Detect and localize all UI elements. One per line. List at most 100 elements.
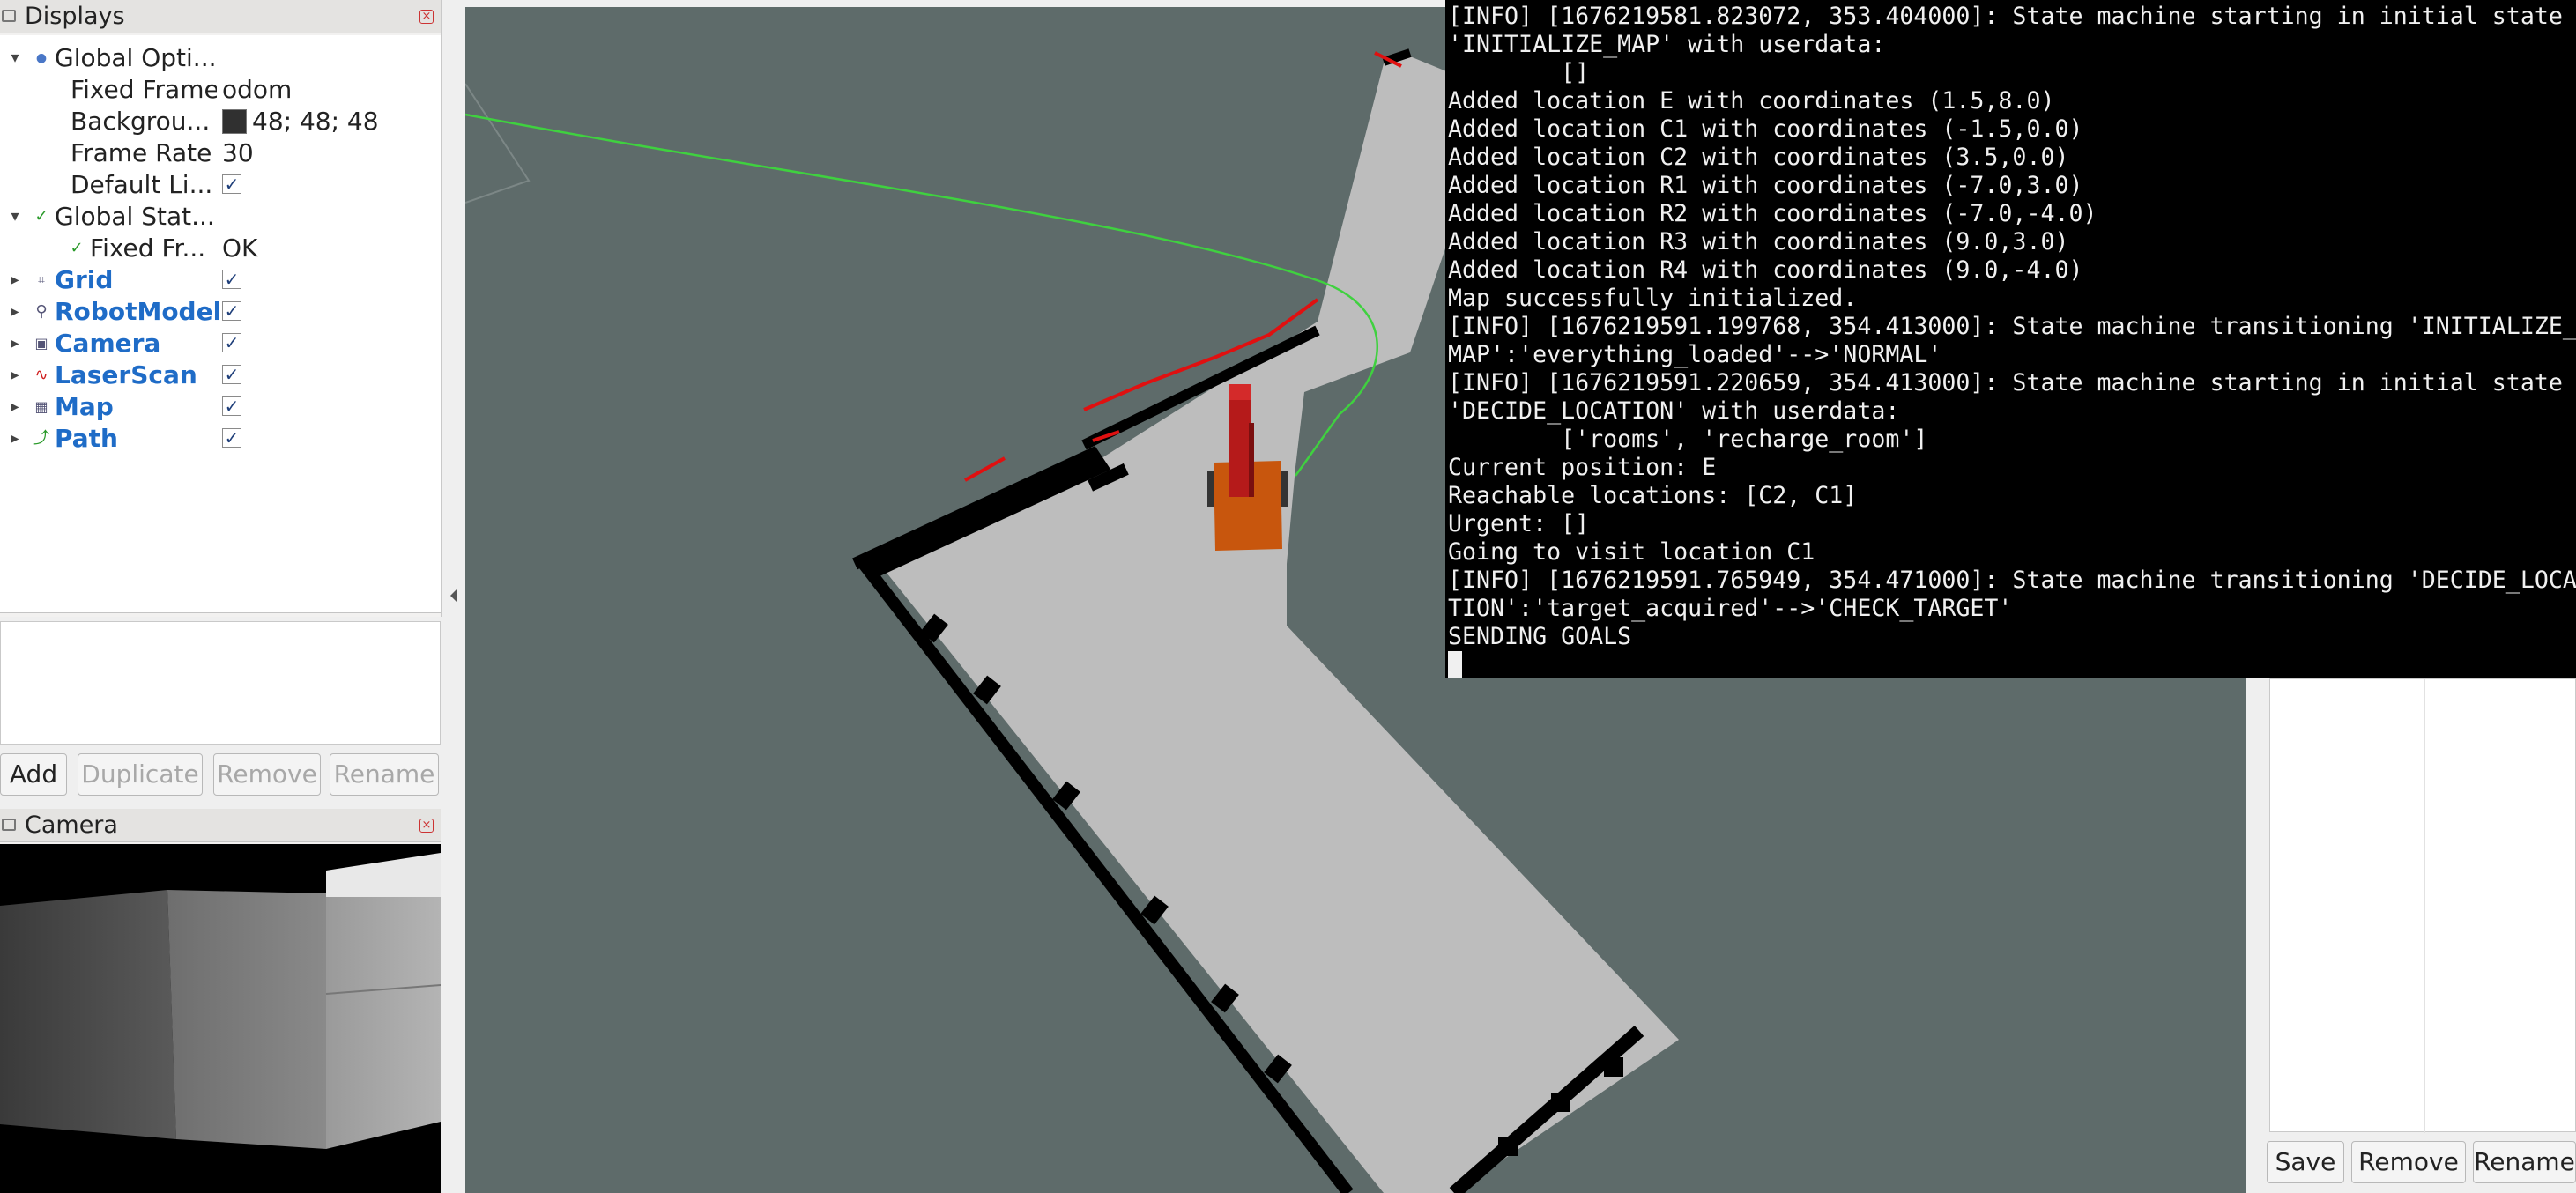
terminal-line: Added location R2 with coordinates (-7.0… xyxy=(1448,200,2097,227)
chevron-right-icon[interactable]: ▸ xyxy=(7,423,23,455)
tree-row-camera[interactable]: ▸ ▣ Camera ✓ xyxy=(0,328,441,359)
tree-label: Camera xyxy=(55,329,161,358)
terminal-line: Added location C2 with coordinates (3.5,… xyxy=(1448,144,2069,171)
terminal-line: TION':'target_acquired'-->'CHECK_TARGET' xyxy=(1448,595,2013,622)
laserscan-checkbox[interactable]: ✓ xyxy=(222,365,241,384)
panel-splitter[interactable] xyxy=(445,0,463,1193)
tree-row-fixed-frame-status[interactable]: ✓ Fixed Fr... OK xyxy=(0,233,441,264)
tree-label: Global Stat... xyxy=(55,202,215,231)
tree-label: Frame Rate xyxy=(71,138,212,167)
terminal-line: Added location R1 with coordinates (-7.0… xyxy=(1448,172,2083,199)
robot-model-icon: ⚲ xyxy=(35,302,48,321)
rename-button[interactable]: Rename xyxy=(330,753,439,796)
terminal-line: Reachable locations: [C2, C1] xyxy=(1448,482,1858,509)
chevron-down-icon[interactable]: ▾ xyxy=(7,201,23,233)
displays-panel: Displays × ▾ ● Global Opti... Fixed Fram… xyxy=(0,0,442,796)
rename-button[interactable]: Rename xyxy=(2473,1141,2576,1183)
grid-icon: ⌗ xyxy=(38,273,45,287)
camera-image xyxy=(0,844,441,1193)
tree-row-robotmodel[interactable]: ▸ ⚲ RobotModel ✓ xyxy=(0,296,441,328)
chevron-right-icon[interactable]: ▸ xyxy=(7,359,23,391)
collapse-arrow-icon[interactable] xyxy=(450,589,457,603)
displays-title-bar[interactable]: Displays × xyxy=(0,0,441,33)
chevron-down-icon[interactable]: ▾ xyxy=(7,42,23,74)
path-checkbox[interactable]: ✓ xyxy=(222,428,241,448)
tree-row-global-status[interactable]: ▾ ✓ Global Stat... xyxy=(0,201,441,233)
remove-button[interactable]: Remove xyxy=(2351,1141,2466,1183)
camera-panel: Camera × xyxy=(0,809,441,1193)
tree-row-path[interactable]: ▸ ⤴ Path ✓ xyxy=(0,423,441,455)
chevron-right-icon[interactable]: ▸ xyxy=(7,296,23,328)
grid-checkbox[interactable]: ✓ xyxy=(222,270,241,289)
terminal-line: [] xyxy=(1448,59,1590,86)
displays-tree: ▾ ● Global Opti... Fixed Frame odom Back… xyxy=(0,35,441,613)
default-light-checkbox[interactable]: ✓ xyxy=(222,174,241,194)
add-button[interactable]: Add xyxy=(0,753,67,796)
terminal-line: Added location C1 with coordinates (-1.5… xyxy=(1448,115,2083,143)
terminal-line: 'DECIDE_LOCATION' with userdata: xyxy=(1448,397,1900,425)
terminal-line: 'INITIALIZE_MAP' with userdata: xyxy=(1448,31,1886,58)
tree-label: Global Opti... xyxy=(55,43,217,72)
tree-label: Default Li... xyxy=(71,170,213,199)
fixed-frame-value[interactable]: odom xyxy=(222,74,292,106)
tree-row-map[interactable]: ▸ ▦ Map ✓ xyxy=(0,391,441,423)
settings-dot-icon: ● xyxy=(35,51,48,65)
remove-button[interactable]: Remove xyxy=(213,753,321,796)
terminal-line: Added location R4 with coordinates (9.0,… xyxy=(1448,256,2083,284)
tree-label: Grid xyxy=(55,265,114,294)
close-icon[interactable]: × xyxy=(419,819,434,833)
chevron-right-icon[interactable]: ▸ xyxy=(7,264,23,296)
laser-scan-icon: ∿ xyxy=(34,366,48,384)
displays-title: Displays xyxy=(25,3,125,30)
tree-row-laserscan[interactable]: ▸ ∿ LaserScan ✓ xyxy=(0,359,441,391)
terminal-line: ['rooms', 'recharge_room'] xyxy=(1448,426,1928,453)
terminal-line: MAP':'everything_loaded'-->'NORMAL' xyxy=(1448,341,1942,368)
tree-row-background[interactable]: Backgrou... 48; 48; 48 xyxy=(0,106,441,137)
robotmodel-checkbox[interactable]: ✓ xyxy=(222,301,241,321)
tree-label: Fixed Frame xyxy=(71,75,217,104)
monitor-icon xyxy=(2,10,16,22)
tree-label: Fixed Fr... xyxy=(90,233,206,263)
terminal-window[interactable]: [INFO] [1676219581.823072, 353.404000]: … xyxy=(1445,0,2576,678)
terminal-cursor xyxy=(1448,651,1462,678)
terminal-line: Urgent: [] xyxy=(1448,510,1590,537)
terminal-line: SENDING GOALS xyxy=(1448,623,1632,650)
property-description-box xyxy=(0,621,441,745)
path-icon: ⤴ xyxy=(33,429,49,448)
frame-rate-value[interactable]: 30 xyxy=(222,137,254,169)
terminal-line: Current position: E xyxy=(1448,454,1717,481)
terminal-line: [INFO] [1676219591.220659, 354.413000]: … xyxy=(1448,369,2563,396)
camera-title: Camera xyxy=(25,811,118,839)
camera-checkbox[interactable]: ✓ xyxy=(222,333,241,352)
terminal-line: Added location R3 with coordinates (9.0,… xyxy=(1448,228,2069,256)
check-icon: ✓ xyxy=(70,239,84,257)
duplicate-button[interactable]: Duplicate xyxy=(78,753,203,796)
tree-row-grid[interactable]: ▸ ⌗ Grid ✓ xyxy=(0,264,441,296)
terminal-line: Added location E with coordinates (1.5,8… xyxy=(1448,87,2055,115)
background-color-value[interactable]: 48; 48; 48 xyxy=(222,106,379,137)
tree-label: LaserScan xyxy=(55,360,197,389)
color-swatch[interactable] xyxy=(222,109,247,134)
camera-icon: ▣ xyxy=(34,335,48,352)
tree-row-frame-rate[interactable]: Frame Rate 30 xyxy=(0,137,441,169)
save-button[interactable]: Save xyxy=(2267,1141,2344,1183)
tree-label: Map xyxy=(55,392,114,421)
map-icon: ▦ xyxy=(34,398,48,415)
views-panel: Save Remove Rename xyxy=(2246,678,2576,1193)
terminal-line: [INFO] [1676219591.765949, 354.471000]: … xyxy=(1448,567,2576,594)
views-list[interactable] xyxy=(2269,678,2576,1133)
column-divider xyxy=(2424,679,2425,1133)
status-value: OK xyxy=(222,233,258,263)
terminal-output: [INFO] [1676219581.823072, 353.404000]: … xyxy=(1445,0,2576,678)
tree-row-default-light[interactable]: Default Li... ✓ xyxy=(0,169,441,201)
tree-row-fixed-frame[interactable]: Fixed Frame odom xyxy=(0,74,441,106)
tree-label: RobotModel xyxy=(55,297,222,326)
chevron-right-icon[interactable]: ▸ xyxy=(7,328,23,359)
chevron-right-icon[interactable]: ▸ xyxy=(7,391,23,423)
tree-row-global-options[interactable]: ▾ ● Global Opti... xyxy=(0,42,441,74)
camera-title-bar[interactable]: Camera × xyxy=(0,809,441,842)
map-checkbox[interactable]: ✓ xyxy=(222,396,241,416)
background-color-text: 48; 48; 48 xyxy=(252,107,379,136)
close-icon[interactable]: × xyxy=(419,10,434,24)
tree-label: Backgrou... xyxy=(71,107,211,136)
